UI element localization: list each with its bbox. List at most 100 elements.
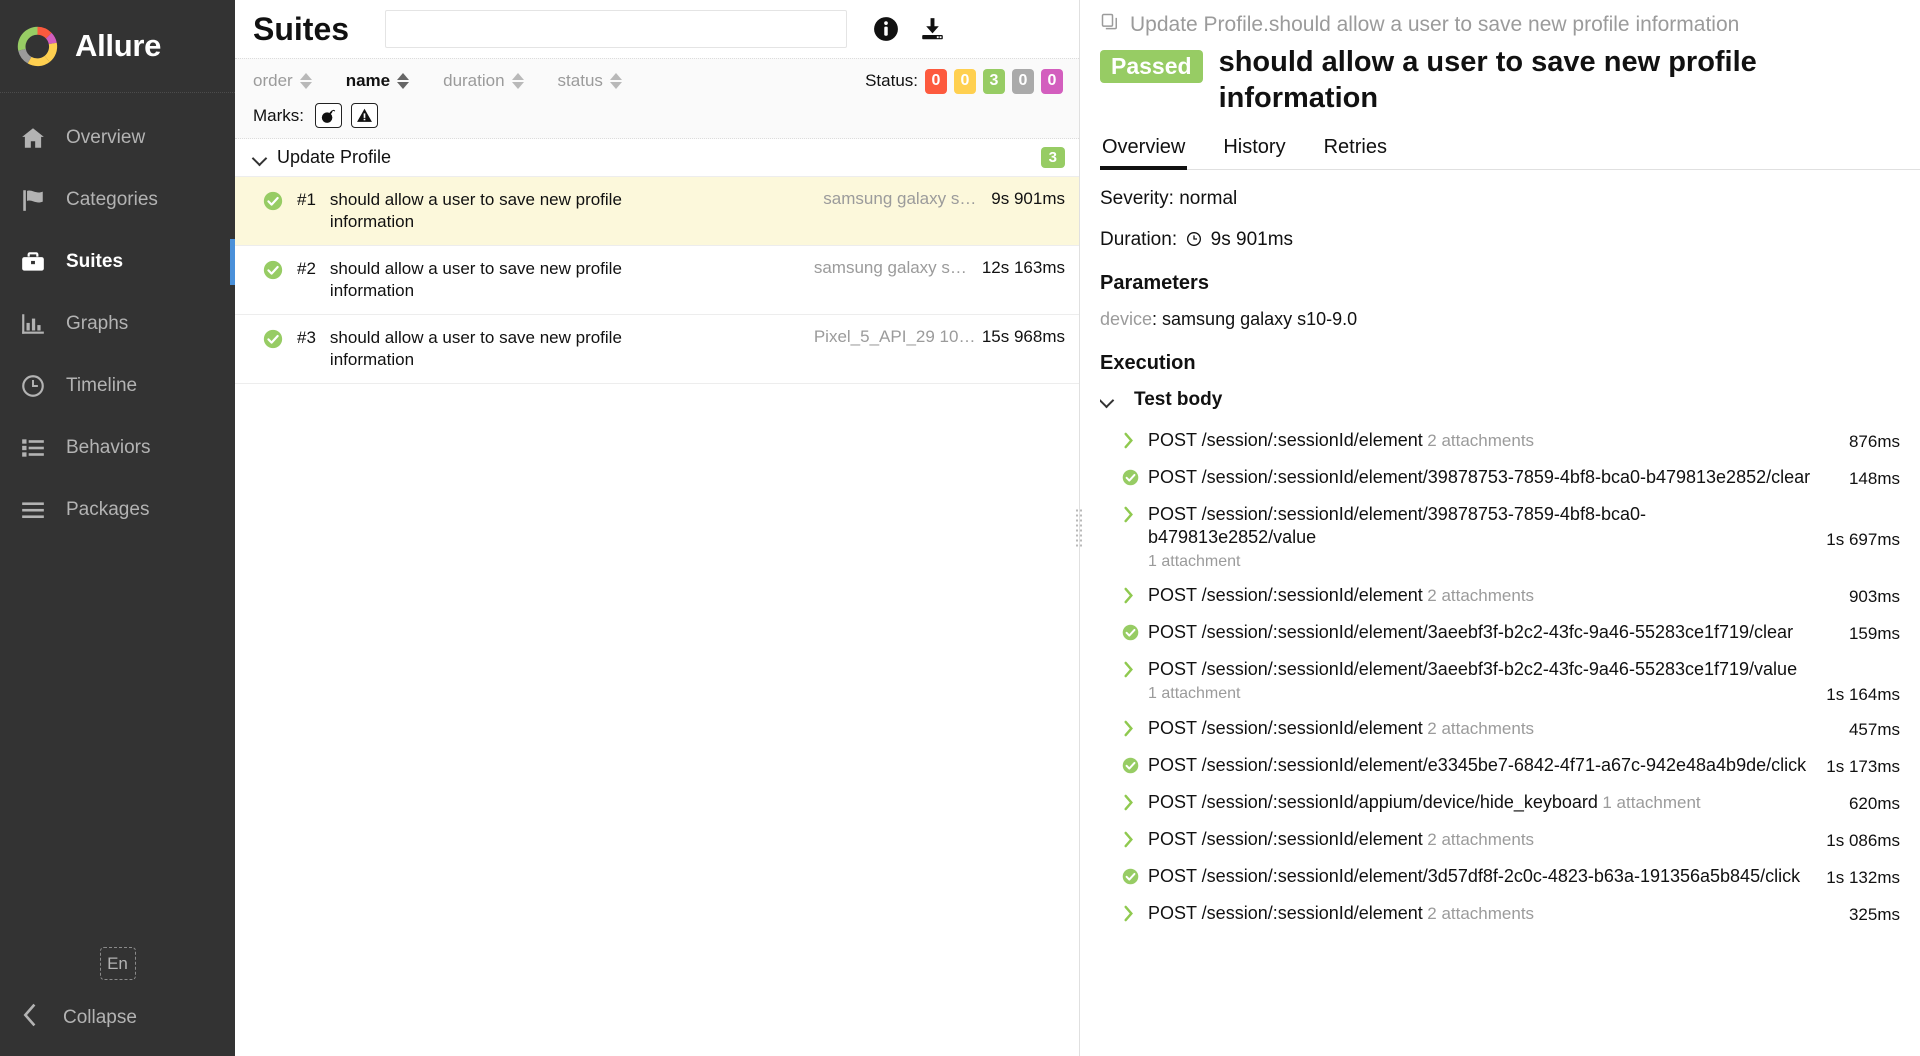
sidebar-item-suites[interactable]: Suites [0, 231, 235, 293]
breadcrumb[interactable]: Update Profile.should allow a user to sa… [1100, 0, 1920, 44]
step-text: POST /session/:sessionId/element/3aeebf3… [1148, 659, 1798, 679]
chevron-right-icon [1122, 432, 1139, 454]
step-body: POST /session/:sessionId/element/3987875… [1148, 466, 1830, 489]
test-meta: samsung galaxy s21-… 12s 163ms [804, 258, 1065, 278]
list-item[interactable]: POST /session/:sessionId/element/3aeebf3… [1122, 652, 1900, 711]
clock-icon [1186, 231, 1202, 253]
sort-arrows-icon [511, 73, 524, 89]
sort-arrows-icon [397, 73, 410, 89]
suite-group-update-profile[interactable]: Update Profile 3 [235, 139, 1079, 177]
list-item[interactable]: POST /session/:sessionId/element 2 attac… [1122, 578, 1900, 615]
sidebar-item-label: Suites [66, 251, 124, 272]
allure-report-app: Allure Overview Categories Suites Graphs… [0, 0, 1920, 1056]
step-body: POST /session/:sessionId/element 2 attac… [1148, 828, 1807, 851]
download-icon[interactable] [919, 16, 946, 42]
parameter-value: samsung galaxy s10-9.0 [1162, 309, 1358, 329]
sidebar-item-packages[interactable]: Packages [0, 479, 235, 541]
step-duration: 903ms [1848, 587, 1900, 606]
sort-duration[interactable]: duration [443, 71, 524, 91]
list-item[interactable]: POST /session/:sessionId/element/3987875… [1122, 497, 1900, 578]
sidebar-item-label: Categories [66, 189, 158, 210]
step-duration: 159ms [1848, 624, 1900, 643]
info-icon[interactable] [873, 16, 899, 42]
brand-title: Allure [75, 28, 162, 63]
step-text: POST /session/:sessionId/appium/device/h… [1148, 792, 1598, 812]
step-text: POST /session/:sessionId/element [1148, 430, 1423, 450]
marks-row: Marks: [253, 103, 1063, 128]
flaky-bomb-icon[interactable] [315, 103, 342, 128]
duration-line: Duration: 9s 901ms [1100, 229, 1900, 253]
status-badge-passed[interactable]: 3 [983, 68, 1005, 94]
tab-history[interactable]: History [1221, 136, 1287, 169]
suites-panel-header: Suites [235, 0, 1079, 58]
sort-order-label: order [253, 71, 293, 90]
list-item[interactable]: POST /session/:sessionId/element/e3345be… [1122, 748, 1900, 785]
tab-overview[interactable]: Overview [1100, 136, 1188, 170]
panel-resize-handle[interactable] [1075, 508, 1084, 548]
brand[interactable]: Allure [0, 0, 235, 93]
list-item[interactable]: POST /session/:sessionId/element 2 attac… [1122, 423, 1900, 460]
test-duration: 12s 163ms [981, 258, 1065, 277]
step-body: POST /session/:sessionId/element 2 attac… [1148, 429, 1830, 452]
test-name: should allow a user to save new profile … [329, 259, 622, 300]
status-badge-skipped[interactable]: 0 [1012, 68, 1034, 94]
clock-icon [20, 373, 46, 399]
step-duration: 457ms [1848, 720, 1900, 739]
list-item[interactable]: POST /session/:sessionId/appium/device/h… [1122, 785, 1900, 822]
test-meta: Pixel_5_API_29 10.… 15s 968ms [804, 327, 1065, 347]
sidebar-item-graphs[interactable]: Graphs [0, 293, 235, 355]
sort-status[interactable]: status [558, 71, 622, 91]
sidebar-item-categories[interactable]: Categories [0, 169, 235, 231]
sidebar-item-behaviors[interactable]: Behaviors [0, 417, 235, 479]
collapse-button[interactable]: Collapse [0, 1002, 235, 1034]
duration-value: 9s 901ms [1210, 229, 1294, 250]
status-badge-broken[interactable]: 0 [954, 68, 976, 94]
language-button[interactable]: En [99, 947, 136, 980]
sidebar: Allure Overview Categories Suites Graphs… [0, 0, 235, 1056]
list-item[interactable]: POST /session/:sessionId/element 2 attac… [1122, 896, 1900, 933]
status-badge-failed[interactable]: 0 [925, 68, 947, 94]
list-item[interactable]: POST /session/:sessionId/element/3aeebf3… [1122, 615, 1900, 652]
copy-icon[interactable] [1100, 12, 1120, 38]
list-item[interactable]: POST /session/:sessionId/element/3987875… [1122, 460, 1900, 497]
search-input[interactable] [386, 11, 847, 47]
step-duration: 620ms [1848, 794, 1900, 813]
table-row[interactable]: #3 should allow a user to save new profi… [235, 315, 1079, 384]
sort-name[interactable]: name [345, 71, 410, 91]
step-attachments: 2 attachments [1427, 830, 1535, 849]
status-badge-unknown[interactable]: 0 [1041, 68, 1063, 94]
step-text: POST /session/:sessionId/element [1148, 829, 1423, 849]
chevron-down-icon [253, 151, 267, 165]
suites-panel: Suites order name duration status Status… [235, 0, 1084, 1056]
warning-triangle-icon[interactable] [351, 103, 378, 128]
suite-passed-count: 3 [1040, 147, 1065, 168]
status-passed-icon [1122, 868, 1139, 890]
bar-chart-icon [20, 311, 46, 337]
step-body: POST /session/:sessionId/element/3aeebf3… [1148, 621, 1830, 644]
chevron-right-icon [1122, 905, 1139, 927]
test-device: Pixel_5_API_29 10.… [813, 327, 976, 346]
step-attachments: 2 attachments [1427, 904, 1535, 923]
list-item[interactable]: POST /session/:sessionId/element 2 attac… [1122, 711, 1900, 748]
parameter-key: device [1100, 309, 1153, 329]
table-row[interactable]: #2 should allow a user to save new profi… [235, 246, 1079, 315]
list-item[interactable]: POST /session/:sessionId/element/3d57df8… [1122, 859, 1900, 896]
search-box[interactable] [385, 10, 848, 48]
lines-icon [20, 497, 46, 523]
chevron-right-icon [1122, 587, 1139, 609]
sort-name-label: name [345, 71, 391, 90]
sort-order[interactable]: order [253, 71, 312, 91]
test-duration: 9s 901ms [991, 189, 1065, 208]
step-body: POST /session/:sessionId/element 2 attac… [1148, 717, 1830, 740]
sidebar-item-timeline[interactable]: Timeline [0, 355, 235, 417]
home-icon [20, 125, 46, 151]
step-attachments: 2 attachments [1427, 431, 1535, 450]
test-device: samsung galaxy s21-… [813, 258, 976, 277]
step-text: POST /session/:sessionId/element [1148, 903, 1423, 923]
sidebar-item-overview[interactable]: Overview [0, 107, 235, 169]
list-item[interactable]: POST /session/:sessionId/element 2 attac… [1122, 822, 1900, 859]
test-body-label: Test body [1134, 389, 1223, 410]
test-body-toggle[interactable]: Test body [1100, 389, 1900, 411]
table-row[interactable]: #1 should allow a user to save new profi… [235, 177, 1079, 246]
tab-retries[interactable]: Retries [1322, 136, 1389, 169]
